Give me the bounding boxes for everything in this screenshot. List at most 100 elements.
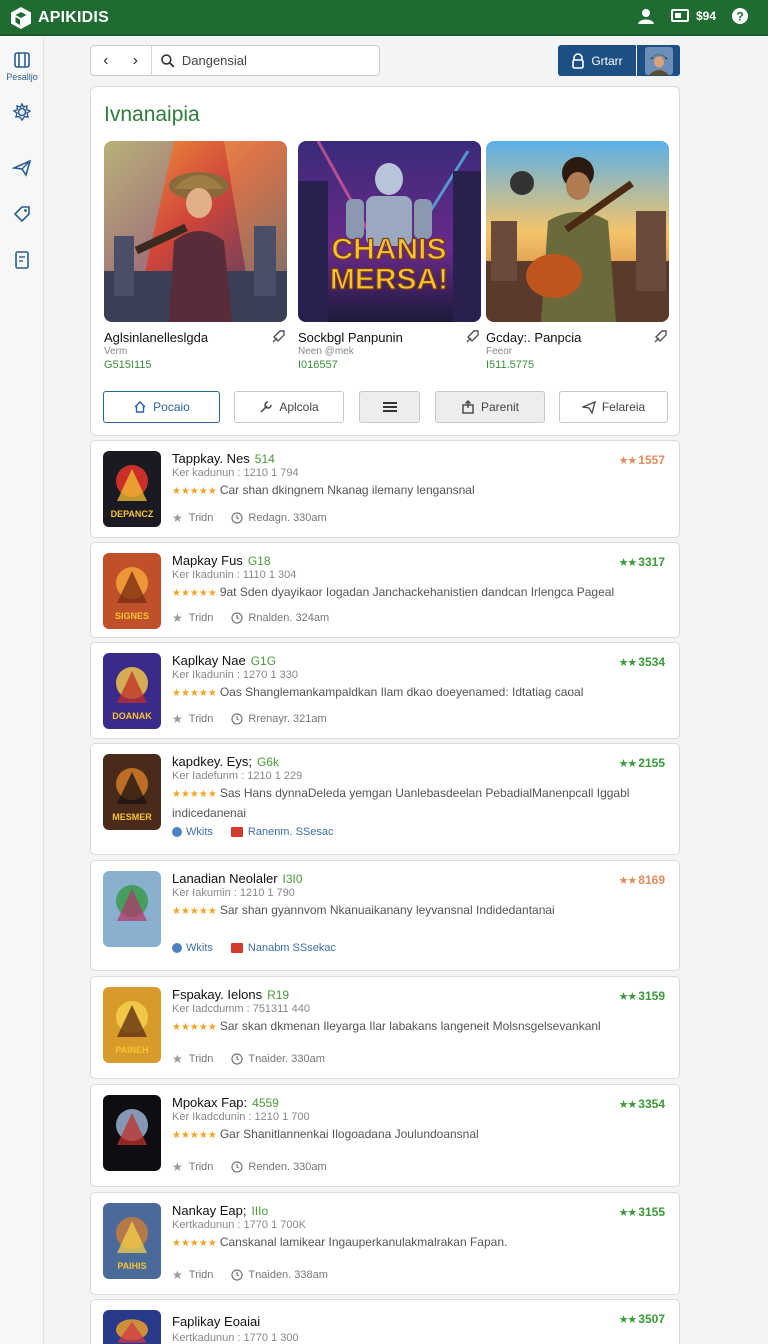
star-rating-icon: ★★★★★ (172, 1130, 217, 1141)
app-description-text: Car shan dkingnem Nkanag ilemany lengans… (219, 483, 475, 497)
send-icon (581, 400, 596, 414)
app-description-text: Gar Shanitlannenkai Ilogoadana Joulundoa… (219, 1127, 479, 1141)
tools-button[interactable]: Aplcola (234, 391, 344, 423)
user-icon[interactable] (636, 6, 656, 26)
share-icon[interactable] (653, 328, 669, 344)
app-rating: ★★ 3155 (619, 1205, 665, 1219)
rating-stars-icon: ★★ (618, 455, 638, 467)
back-button[interactable]: ‹ (91, 46, 121, 75)
list-view-button[interactable] (359, 391, 420, 423)
send-button-label: Felareia (601, 400, 646, 414)
star-rating-icon: ★★★★★ (172, 1022, 217, 1033)
featured-card[interactable]: Gcday:. Panpcia Feeor I511.5775 (486, 141, 669, 371)
primary-button[interactable]: Grtarr (558, 45, 636, 76)
sidebar-item-library[interactable]: Pesalljo (0, 50, 44, 82)
app-rating: ★★ 8169 (619, 873, 665, 887)
share-icon[interactable] (465, 328, 481, 344)
star-rating-icon: ★★★★★ (172, 906, 217, 917)
app-footer-link[interactable]: Ranenm. SSesac (248, 826, 334, 838)
search-input[interactable] (181, 53, 379, 68)
app-version: G18 (247, 554, 271, 568)
search-icon (161, 53, 175, 68)
app-footer-label: Tridn (188, 1269, 214, 1281)
app-title: Faplikay Eoaiai (172, 1314, 261, 1329)
app-description: ★★★★★ Sas Hans dynnaDeleda yemgan Uanleba… (172, 784, 632, 822)
app-meta: Kertkadunun : 1770 1 700K (172, 1219, 306, 1231)
sidebar: Pesalljo (0, 36, 44, 1344)
app-list-item[interactable]: MESMER kapdkey. Eys; G6k Ker Iadefunm : 1… (90, 743, 680, 855)
app-list-item[interactable]: Faplikay Eoaiai Kertkadunun : 1770 1 300… (90, 1299, 680, 1344)
app-icon-text: SIGNES (115, 611, 149, 621)
app-list-item[interactable]: Lanadian Neolaler I3I0 Ker Iakumin : 1210… (90, 860, 680, 971)
featured-card[interactable]: Aglsinlanelleslgda Verm G515I115 (104, 141, 287, 371)
featured-art-guitarist (486, 141, 669, 322)
app-description-text: 9at Sden dyayikaor Iogadan Janchackehani… (219, 585, 615, 599)
app-rating-value: 3354 (638, 1097, 665, 1111)
app-icon: PAIHIS (103, 1203, 161, 1279)
app-list-item[interactable]: Mpokax Fap: 4559 Ker Ikadcdunin : 1210 1 … (90, 1084, 680, 1187)
app-footer-link[interactable]: Nanabm SSsekac (248, 942, 336, 954)
sidebar-item-tags[interactable] (0, 204, 44, 224)
app-footer-label: Tridn (188, 612, 214, 624)
star-rating-icon: ★★★★★ (172, 1238, 217, 1249)
featured-art-text-2: MERSA! (330, 263, 448, 296)
app-list-item[interactable]: DOANAK Kaplkay Nae G1G Ker Ikadunin : 127… (90, 642, 680, 739)
app-rating: ★★ 2155 (619, 756, 665, 770)
app-name: Mapkay Fus G18 (172, 553, 271, 568)
app-icon: DEPANCZ (103, 451, 161, 527)
app-footer-label: Tridn (188, 512, 214, 524)
home-button-label: Pocaio (153, 400, 190, 414)
app-list-item[interactable]: PAIHIS Nankay Eap; IIIo Kertkadunun : 177… (90, 1192, 680, 1295)
app-list-item[interactable]: DEPANCZ Tappkay. Nes 514 Ker kadunun : 12… (90, 440, 680, 538)
rating-stars-icon: ★★ (618, 875, 638, 887)
app-name: Faplikay Eoaiai (172, 1314, 265, 1329)
app-rating: ★★ 3354 (619, 1097, 665, 1111)
app-list-item[interactable]: SIGNES Mapkay Fus G18 Ker Ikadunin : 1110… (90, 542, 680, 638)
sidebar-item-settings[interactable] (0, 102, 44, 122)
app-footer-time: Tnaider. 330am (248, 1053, 325, 1065)
logo-text: APIKIDIS (38, 9, 109, 26)
avatar[interactable] (637, 45, 680, 76)
app-name: kapdkey. Eys; G6k (172, 754, 279, 769)
send-button[interactable]: Felareia (559, 391, 668, 423)
list-icon (382, 402, 397, 412)
sidebar-item-send[interactable] (0, 158, 44, 178)
app-rating-value: 3534 (638, 655, 665, 669)
featured-card[interactable]: CHANIS MERSA! Sockbgl Panpunin Neen @mek… (298, 141, 481, 371)
app-description: ★★★★★ Canskanal lamikear Ingauperkanulakm… (172, 1233, 632, 1253)
app-footer-link[interactable]: Wkits (186, 942, 213, 954)
app-rating-value: 2155 (638, 756, 665, 770)
globe-icon (172, 827, 182, 837)
app-rating-value: 8169 (638, 873, 665, 887)
app-meta: Ker Ikadunin : 1270 1 330 (172, 669, 298, 681)
app-logo[interactable]: APIKIDIS (10, 5, 109, 31)
screen-icon[interactable] (670, 6, 690, 26)
app-meta: Ker Iadefunm : 1210 1 229 (172, 770, 303, 782)
app-title: Nankay Eap; (172, 1203, 247, 1218)
help-icon[interactable]: ? (730, 6, 750, 26)
app-version: G1G (250, 654, 277, 668)
app-name: Nankay Eap; IIIo (172, 1203, 268, 1218)
share-icon[interactable] (271, 328, 287, 344)
app-description-text: Sar shan gyannvom Nkanuaikanany leyvansn… (219, 903, 555, 917)
app-version: R19 (267, 988, 290, 1002)
app-footer-label: Tridn (188, 713, 214, 725)
share-button[interactable]: Parenit (435, 391, 545, 423)
app-meta: Ker kadunun : 1210 1 794 (172, 467, 299, 479)
star-icon: ★ (172, 1052, 183, 1066)
app-rating: ★★ 3534 (619, 655, 665, 669)
featured-card-number: G515I115 (104, 359, 152, 371)
featured-actions: Pocaio Aplcola Parenit Felareia (103, 391, 669, 425)
app-icon-text: DOANAK (112, 711, 152, 721)
share-button-label: Parenit (480, 400, 520, 414)
app-list-item[interactable]: PAINEH Fspakay. Ielons R19 Ker Iadcdumm :… (90, 976, 680, 1079)
app-footer-link[interactable]: Wkits (186, 826, 213, 838)
app-footer: ★ Tridn Rnalden. 324am (172, 611, 329, 625)
rating-stars-icon: ★★ (618, 991, 638, 1003)
rating-stars-icon: ★★ (618, 557, 638, 569)
navigation-bar: ‹ › (90, 45, 380, 76)
sidebar-item-documents[interactable] (0, 250, 44, 270)
settings-icon (12, 102, 32, 122)
forward-button[interactable]: › (121, 46, 151, 75)
home-button[interactable]: Pocaio (103, 391, 220, 423)
